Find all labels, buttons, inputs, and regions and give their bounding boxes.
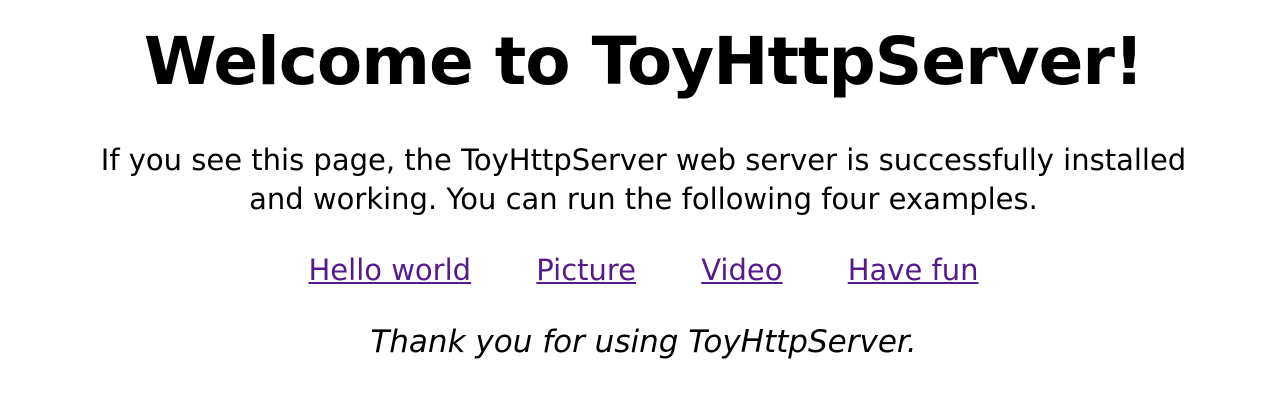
example-links: Hello world Picture Video Have fun	[0, 251, 1287, 290]
thank-you-message: Thank you for using ToyHttpServer.	[370, 324, 917, 360]
hello-world-link[interactable]: Hello world	[308, 253, 471, 287]
intro-paragraph: If you see this page, the ToyHttpServer …	[100, 143, 1187, 216]
picture-link[interactable]: Picture	[536, 253, 636, 287]
have-fun-link[interactable]: Have fun	[848, 253, 979, 287]
welcome-page: Welcome to ToyHttpServer! If you see thi…	[0, 0, 1287, 414]
page-title: Welcome to ToyHttpServer!	[143, 23, 1144, 100]
video-link[interactable]: Video	[701, 253, 782, 287]
